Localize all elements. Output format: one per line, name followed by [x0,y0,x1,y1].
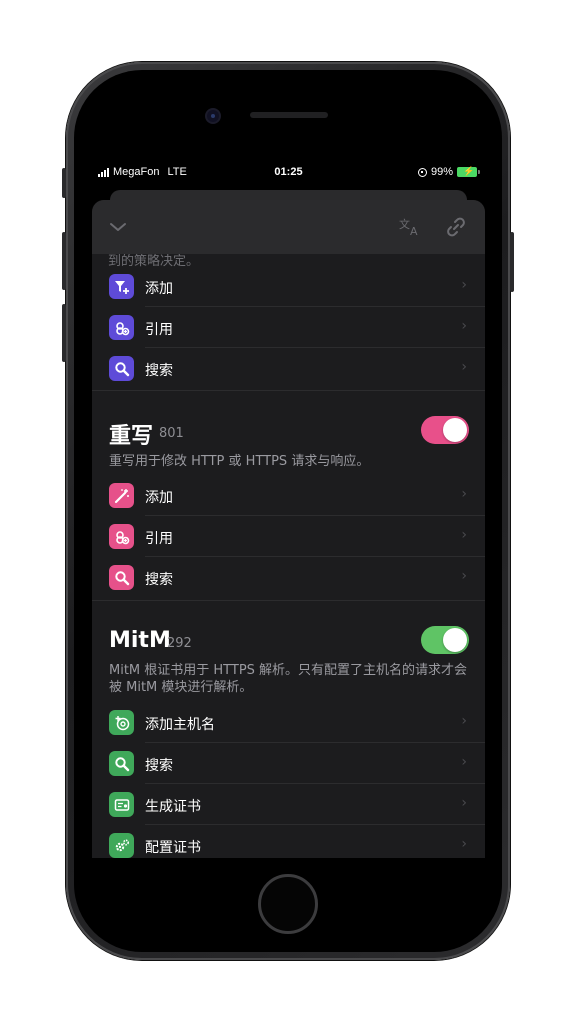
chevron-right-icon: › [461,359,467,375]
toggle-knob [443,628,467,652]
chevron-right-icon: › [461,795,467,811]
list-item-search[interactable]: 搜索 › [92,557,485,598]
chevron-right-icon: › [461,568,467,584]
section-divider [92,600,485,601]
power-button [510,232,514,292]
list-item-label: 引用 [145,531,173,547]
search-icon [109,565,134,590]
list-item-label: 搜索 [145,572,173,588]
list-item-add[interactable]: 添加 › [92,475,485,516]
battery-percent: 99% [430,166,453,178]
mute-switch [62,168,66,198]
link-add-icon [109,315,134,340]
svg-text:A: A [410,225,418,237]
mitm-description: MitM 根证书用于 HTTPS 解析。只有配置了主机名的请求才会被 MitM … [109,663,468,695]
sheet-header: 文A [92,200,485,254]
list-item-search[interactable]: 搜索 › [92,348,485,389]
list-item-label: 搜索 [145,363,173,379]
status-right: 99% ⚡ [417,166,480,178]
chevron-right-icon: › [461,527,467,543]
at-add-icon [109,710,134,735]
search-icon [109,356,134,381]
list-item-label: 配置证书 [145,840,201,856]
section-divider [92,390,485,391]
svg-text:文: 文 [399,217,410,231]
chevron-right-icon: › [461,713,467,729]
list-item-reference[interactable]: 引用 › [92,307,485,348]
list-item-reference[interactable]: 引用 › [92,516,485,557]
list-item-label: 生成证书 [145,799,201,815]
front-camera [207,110,219,122]
volume-up-button [62,232,66,290]
rewrite-count: 801 [159,426,184,441]
link-icon[interactable] [446,217,466,237]
home-button[interactable] [258,874,318,934]
list-item-configure-certificate[interactable]: 配置证书 › [92,825,485,858]
list-item-label: 添加主机名 [145,717,215,733]
list-item-generate-certificate[interactable]: 生成证书 › [92,784,485,825]
chevron-right-icon: › [461,486,467,502]
battery-icon: ⚡ [457,166,480,177]
list-item-add[interactable]: 添加 › [92,266,485,307]
earpiece-speaker [250,112,328,118]
toggle-knob [443,418,467,442]
list-item-label: 引用 [145,322,173,338]
list-item-label: 搜索 [145,758,173,774]
chevron-right-icon: › [461,754,467,770]
translate-icon[interactable]: 文A [398,217,422,238]
certificate-icon [109,792,134,817]
mitm-count: 292 [167,636,192,651]
screen: MegaFon LTE 01:25 99% ⚡ 文A 到的策略决定。 添加 › … [92,162,485,858]
link-add-icon [109,524,134,549]
filter-add-icon [109,274,134,299]
search-icon [109,751,134,776]
chevron-right-icon: › [461,277,467,293]
volume-down-button [62,304,66,362]
list-item-label: 添加 [145,281,173,297]
list-item-search[interactable]: 搜索 › [92,743,485,784]
rewrite-title: 重写 [109,424,154,449]
sheet: 文A 到的策略决定。 添加 › 引用 › 搜索 › 重写 801 重写用于修改 … [92,200,485,858]
mitm-toggle[interactable] [421,626,469,654]
rotation-lock-icon [417,167,427,177]
chevron-right-icon: › [461,836,467,852]
list-item-label: 添加 [145,490,173,506]
status-bar: MegaFon LTE 01:25 99% ⚡ [92,162,485,184]
chevron-down-icon[interactable] [108,217,128,237]
chevron-right-icon: › [461,318,467,334]
rewrite-toggle[interactable] [421,416,469,444]
magic-wand-icon [109,483,134,508]
mitm-title: MitM [109,628,171,653]
rewrite-description: 重写用于修改 HTTP 或 HTTPS 请求与响应。 [109,454,370,469]
gears-icon [109,833,134,858]
list-item-add-hostname[interactable]: 添加主机名 › [92,702,485,743]
